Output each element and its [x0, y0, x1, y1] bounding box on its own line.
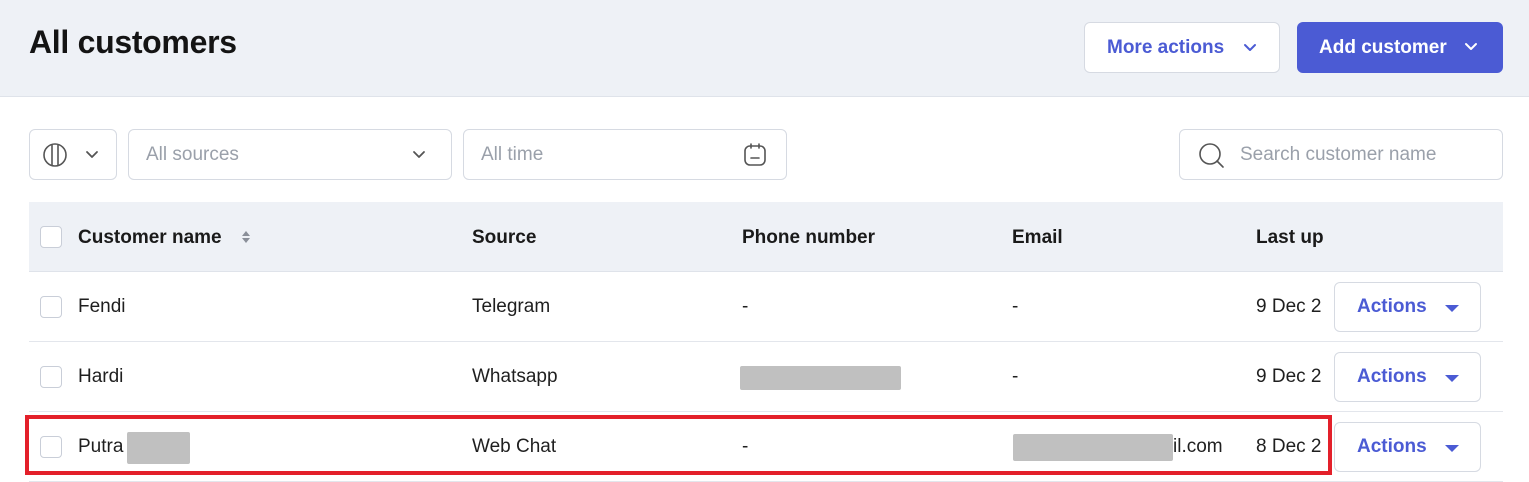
page-header: All customers More actions Add customer	[0, 0, 1529, 97]
table-row: Hardi Whatsapp - 9 Dec 2 Actions	[29, 342, 1503, 412]
table-row: Putra Web Chat - il.com 8 Dec 2 Actions	[29, 412, 1503, 482]
customer-last-updated: 8 Dec 2	[1256, 436, 1322, 457]
column-header-email: Email	[1012, 227, 1063, 248]
customer-name: Fendi	[78, 296, 126, 317]
column-header-last-updated: Last up	[1256, 227, 1324, 248]
row-actions-label: Actions	[1357, 296, 1427, 317]
chevron-down-icon	[1465, 43, 1477, 50]
column-header-phone: Phone number	[742, 227, 876, 248]
add-customer-button[interactable]: Add customer	[1297, 22, 1503, 73]
caret-down-icon	[1445, 375, 1459, 382]
chevron-down-icon	[413, 151, 425, 158]
customer-source: Telegram	[472, 296, 551, 317]
sources-placeholder: All sources	[146, 143, 239, 165]
row-checkbox[interactable]	[40, 436, 62, 458]
customer-name: Hardi	[78, 366, 124, 387]
more-actions-button[interactable]: More actions	[1084, 22, 1280, 73]
row-checkbox[interactable]	[40, 296, 62, 318]
search-icon	[1199, 143, 1224, 168]
customer-source: Web Chat	[472, 436, 557, 457]
customer-email: il.com	[1173, 436, 1223, 457]
customer-last-updated: 9 Dec 2	[1256, 366, 1322, 387]
time-range-picker[interactable]: All time	[463, 129, 787, 180]
caret-down-icon	[1445, 305, 1459, 312]
table-header: Customer name Source Phone number Email …	[29, 202, 1503, 272]
column-header-source: Source	[472, 227, 537, 248]
redacted-phone	[740, 366, 901, 390]
search-field[interactable]: Search customer name	[1179, 129, 1503, 180]
customer-email: -	[1012, 296, 1019, 317]
row-actions-button[interactable]: Actions	[1334, 422, 1481, 472]
row-actions-button[interactable]: Actions	[1334, 282, 1481, 332]
caret-down-icon	[1445, 445, 1459, 452]
table-row: Fendi Telegram - - 9 Dec 2 Actions	[29, 272, 1503, 342]
customer-last-updated: 9 Dec 2	[1256, 296, 1322, 317]
sources-select[interactable]: All sources	[128, 129, 452, 180]
row-checkbox[interactable]	[40, 366, 62, 388]
row-actions-button[interactable]: Actions	[1334, 352, 1481, 402]
select-all-checkbox[interactable]	[40, 226, 62, 248]
page-title: All customers	[29, 24, 237, 60]
calendar-icon	[744, 143, 766, 166]
redacted-name	[127, 432, 190, 464]
column-header-customer-name[interactable]: Customer name	[78, 227, 222, 249]
chevron-down-icon	[86, 151, 98, 158]
row-actions-label: Actions	[1357, 366, 1427, 387]
more-actions-label: More actions	[1107, 36, 1225, 58]
customer-phone: -	[742, 296, 749, 317]
add-customer-label: Add customer	[1319, 36, 1447, 58]
column-toggle-button[interactable]	[29, 129, 117, 180]
sort-icon[interactable]	[240, 228, 252, 246]
columns-icon	[43, 143, 67, 167]
row-actions-label: Actions	[1357, 436, 1427, 457]
time-placeholder: All time	[481, 143, 544, 165]
customer-phone: -	[742, 436, 749, 457]
customer-name: Putra	[78, 436, 124, 457]
customer-source: Whatsapp	[472, 366, 558, 387]
redacted-email	[1013, 434, 1173, 461]
customer-email: -	[1012, 366, 1019, 387]
chevron-down-icon	[1244, 44, 1256, 51]
